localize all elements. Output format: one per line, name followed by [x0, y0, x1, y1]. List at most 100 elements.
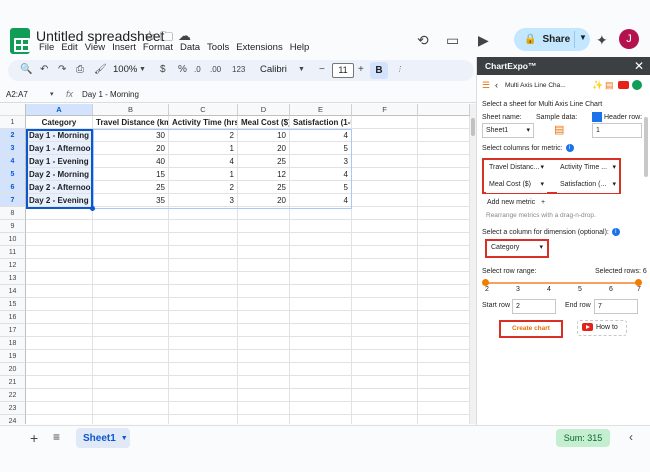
empty-cell[interactable] [169, 363, 238, 376]
empty-cell[interactable] [238, 311, 290, 324]
category-cell[interactable]: Day 1 - Morning [26, 129, 93, 142]
row-header[interactable]: 21 [0, 376, 26, 389]
spreadsheet-grid[interactable]: A B C D E F 1 2 3 4 5 6 7 8 9 10 11 12 13 14 15 16 17 18 1… [0, 104, 470, 424]
empty-cell[interactable] [93, 246, 169, 259]
value-cell[interactable]: 30 [93, 129, 169, 142]
create-chart-button[interactable]: Create chart [499, 320, 563, 338]
header-row-input[interactable]: 1 [592, 123, 642, 138]
row-header[interactable]: 11 [0, 246, 26, 259]
empty-cell[interactable] [290, 389, 352, 402]
metric-select-1[interactable]: Travel Distanc... ▾ [486, 161, 547, 176]
value-cell[interactable]: 25 [238, 181, 290, 194]
row-header[interactable]: 9 [0, 220, 26, 233]
empty-cell[interactable] [352, 402, 418, 415]
menu-tools[interactable]: Tools [204, 42, 233, 53]
header-cell[interactable]: Activity Time (hrs) [169, 116, 238, 129]
empty-cell[interactable] [93, 272, 169, 285]
value-cell[interactable]: 2 [169, 181, 238, 194]
sheet-tab-chevron-icon[interactable]: ▼ [121, 435, 128, 442]
empty-cell[interactable] [418, 129, 470, 142]
empty-cell[interactable] [169, 246, 238, 259]
empty-cell[interactable] [238, 337, 290, 350]
empty-cell[interactable] [290, 324, 352, 337]
empty-cell[interactable] [290, 350, 352, 363]
empty-cell[interactable] [169, 337, 238, 350]
category-cell[interactable]: Day 1 - Afternoon [26, 142, 93, 155]
menu-help[interactable]: Help [287, 42, 314, 53]
sheet-tab-sheet1[interactable]: Sheet1 ▼ [76, 428, 130, 448]
currency-format-button[interactable]: $ [160, 64, 166, 75]
empty-cell[interactable] [169, 415, 238, 424]
empty-cell[interactable] [352, 376, 418, 389]
empty-cell[interactable] [352, 246, 418, 259]
empty-cell[interactable] [418, 142, 470, 155]
add-metric-button[interactable]: Add new metric [487, 199, 535, 206]
zoom-chevron-icon[interactable]: ▼ [139, 66, 146, 73]
empty-cell[interactable] [169, 233, 238, 246]
empty-cell[interactable] [26, 415, 93, 424]
row-header[interactable]: 17 [0, 324, 26, 337]
more-options-icon[interactable]: ⋮ [396, 65, 403, 73]
empty-cell[interactable] [26, 259, 93, 272]
menu-extensions[interactable]: Extensions [233, 42, 286, 53]
value-cell[interactable]: 5 [290, 181, 352, 194]
name-box[interactable]: A2:A7 [6, 90, 28, 99]
all-sheets-menu-icon[interactable]: ≡ [53, 430, 60, 444]
empty-cell[interactable] [238, 272, 290, 285]
empty-cell[interactable] [352, 350, 418, 363]
empty-cell[interactable] [418, 324, 470, 337]
empty-cell[interactable] [169, 376, 238, 389]
empty-cell[interactable] [290, 337, 352, 350]
empty-cell[interactable] [418, 311, 470, 324]
value-cell[interactable]: 12 [238, 168, 290, 181]
increase-decimal-button[interactable]: .00 [210, 65, 221, 74]
row-header[interactable]: 15 [0, 298, 26, 311]
scroll-thumb[interactable] [471, 118, 475, 136]
empty-cell[interactable] [26, 207, 93, 220]
empty-cell[interactable] [290, 402, 352, 415]
empty-cell[interactable] [418, 376, 470, 389]
font-select[interactable]: Calibri [260, 64, 287, 75]
empty-cell[interactable] [418, 259, 470, 272]
empty-cell[interactable] [26, 402, 93, 415]
empty-cell[interactable] [352, 337, 418, 350]
empty-cell[interactable] [26, 220, 93, 233]
empty-cell[interactable] [352, 142, 418, 155]
font-size-increase-icon[interactable]: + [358, 64, 364, 75]
empty-cell[interactable] [93, 233, 169, 246]
empty-cell[interactable] [290, 246, 352, 259]
paint-format-icon[interactable]: 🖌 [94, 64, 107, 75]
empty-cell[interactable] [26, 233, 93, 246]
empty-cell[interactable] [238, 389, 290, 402]
empty-cell[interactable] [352, 207, 418, 220]
empty-cell[interactable] [238, 207, 290, 220]
empty-cell[interactable] [352, 298, 418, 311]
search-menus-icon[interactable]: 🔍 [20, 64, 32, 75]
empty-cell[interactable] [418, 402, 470, 415]
value-cell[interactable]: 2 [169, 129, 238, 142]
menu-file[interactable]: File [36, 42, 58, 53]
empty-cell[interactable] [418, 116, 470, 129]
empty-cell[interactable] [418, 207, 470, 220]
empty-cell[interactable] [93, 389, 169, 402]
formula-input[interactable]: Day 1 - Morning [82, 90, 139, 99]
redo-icon[interactable]: ↷ [58, 64, 66, 75]
empty-cell[interactable] [93, 311, 169, 324]
empty-cell[interactable] [26, 272, 93, 285]
row-header[interactable]: 10 [0, 233, 26, 246]
column-header-a[interactable]: A [26, 104, 93, 116]
empty-cell[interactable] [290, 272, 352, 285]
row-header[interactable]: 8 [0, 207, 26, 220]
side-panel-toggle-icon[interactable]: ‹ [629, 430, 633, 444]
empty-cell[interactable] [290, 207, 352, 220]
share-button[interactable]: 🔒 Share ▼ [514, 28, 590, 51]
range-start-handle[interactable] [482, 279, 489, 286]
empty-cell[interactable] [352, 155, 418, 168]
empty-cell[interactable] [352, 324, 418, 337]
category-cell[interactable]: Day 1 - Evening [26, 155, 93, 168]
help-circle-icon[interactable] [632, 80, 642, 90]
row-header[interactable]: 2 [0, 129, 26, 142]
empty-cell[interactable] [26, 246, 93, 259]
value-cell[interactable]: 10 [238, 129, 290, 142]
font-chevron-icon[interactable]: ▼ [298, 66, 305, 73]
